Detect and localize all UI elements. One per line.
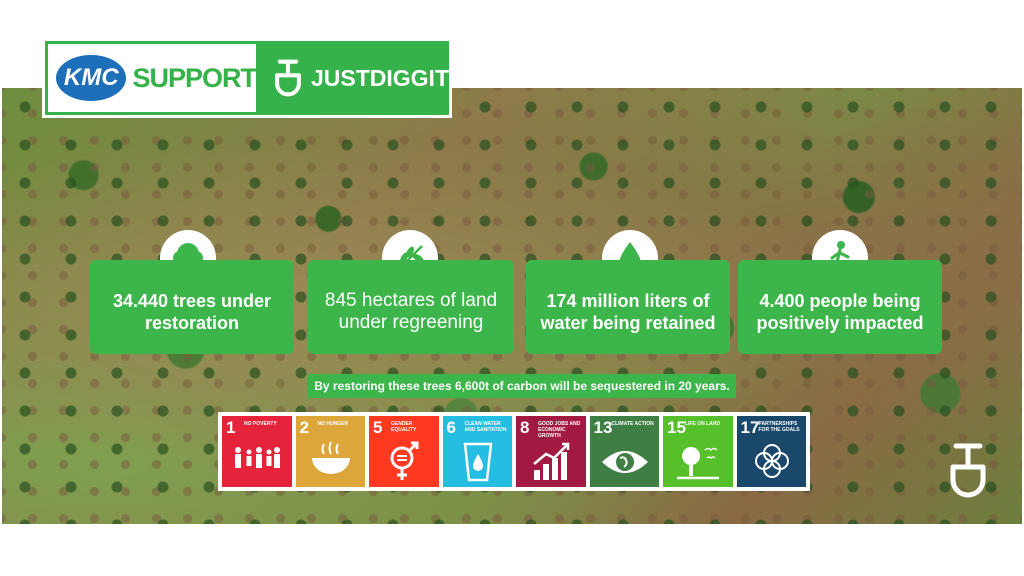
sdg-goal-13: 13 CLIMATE ACTION: [589, 416, 659, 487]
shovel-icon: [275, 59, 301, 97]
shovel-icon: [950, 443, 986, 498]
stat-card-land: 845 hectares of land under regreening: [308, 260, 514, 354]
sdg-label: NO HUNGER: [317, 421, 349, 427]
sdg-number: 13: [593, 418, 613, 437]
eye-globe-icon: [601, 451, 648, 473]
sdg-goal-8: 8 GOOD JOBS AND ECONOMIC GROWTH: [516, 416, 586, 487]
stat-card-people: 4.400 people being positively impacted: [738, 260, 942, 354]
carbon-sequestration-note: By restoring these trees 6,600t of carbo…: [308, 374, 736, 398]
sdg-goal-2: 2 NO HUNGER: [295, 416, 365, 487]
flower-rings-icon: [754, 444, 789, 478]
gender-icon: [390, 441, 419, 480]
sdg-goal-17: 17 PARTNERSHIPS FOR THE GOALS: [736, 416, 806, 487]
support-text: SUPPORT: [132, 62, 257, 93]
sdg-label: GENDER EQUALITY: [391, 421, 417, 433]
sdg-number: 1: [226, 418, 236, 437]
sdg-goal-15: 15 LIFE ON LAND: [663, 416, 733, 487]
sdg-number: 15: [667, 418, 686, 437]
kmc-support-logo: KMC SUPPORT: [48, 44, 257, 112]
stat-card-trees: 34.440 trees under restoration: [90, 260, 294, 354]
sdg-goal-1: 1 NO POVERTY: [222, 416, 292, 487]
sdg-number: 6: [446, 418, 456, 437]
header-banner: KMC SUPPORT JUSTDIGGIT: [42, 38, 452, 118]
sdg-goals-strip: 1 NO POVERTY 2 NO HUNGER 5 GENDER EQUALI…: [218, 412, 810, 491]
family-icon: [235, 447, 280, 468]
sdg-number: 2: [299, 418, 309, 437]
kmc-logo: KMC: [56, 55, 127, 101]
sdg-label: GOOD JOBS AND ECONOMIC GROWTH: [538, 421, 581, 439]
sdg-label: CLIMATE ACTION: [611, 421, 654, 427]
bowl-icon: [311, 441, 350, 474]
sdg-label: LIFE ON LAND: [685, 421, 720, 427]
justdiggit-logo: JUSTDIGGIT: [263, 41, 449, 115]
justdiggit-text: JUSTDIGGIT: [310, 64, 449, 91]
sdg-label: CLEAN WATER AND SANITATION: [464, 421, 507, 433]
sdg-goal-6: 6 CLEAN WATER AND SANITATION: [442, 416, 512, 487]
tree-birds-icon: [677, 447, 719, 480]
sdg-label: PARTNERSHIPS FOR THE GOALS: [758, 421, 800, 433]
sdg-number: 17: [740, 418, 760, 437]
water-glass-icon: [463, 442, 492, 482]
sdg-label: NO POVERTY: [244, 421, 277, 427]
stat-card-water: 174 million liters of water being retain…: [526, 260, 730, 354]
growth-chart-icon: [533, 442, 570, 480]
sdg-goal-5: 5 GENDER EQUALITY: [369, 416, 439, 487]
sdg-number: 8: [520, 418, 530, 437]
sdg-number: 5: [373, 418, 383, 437]
